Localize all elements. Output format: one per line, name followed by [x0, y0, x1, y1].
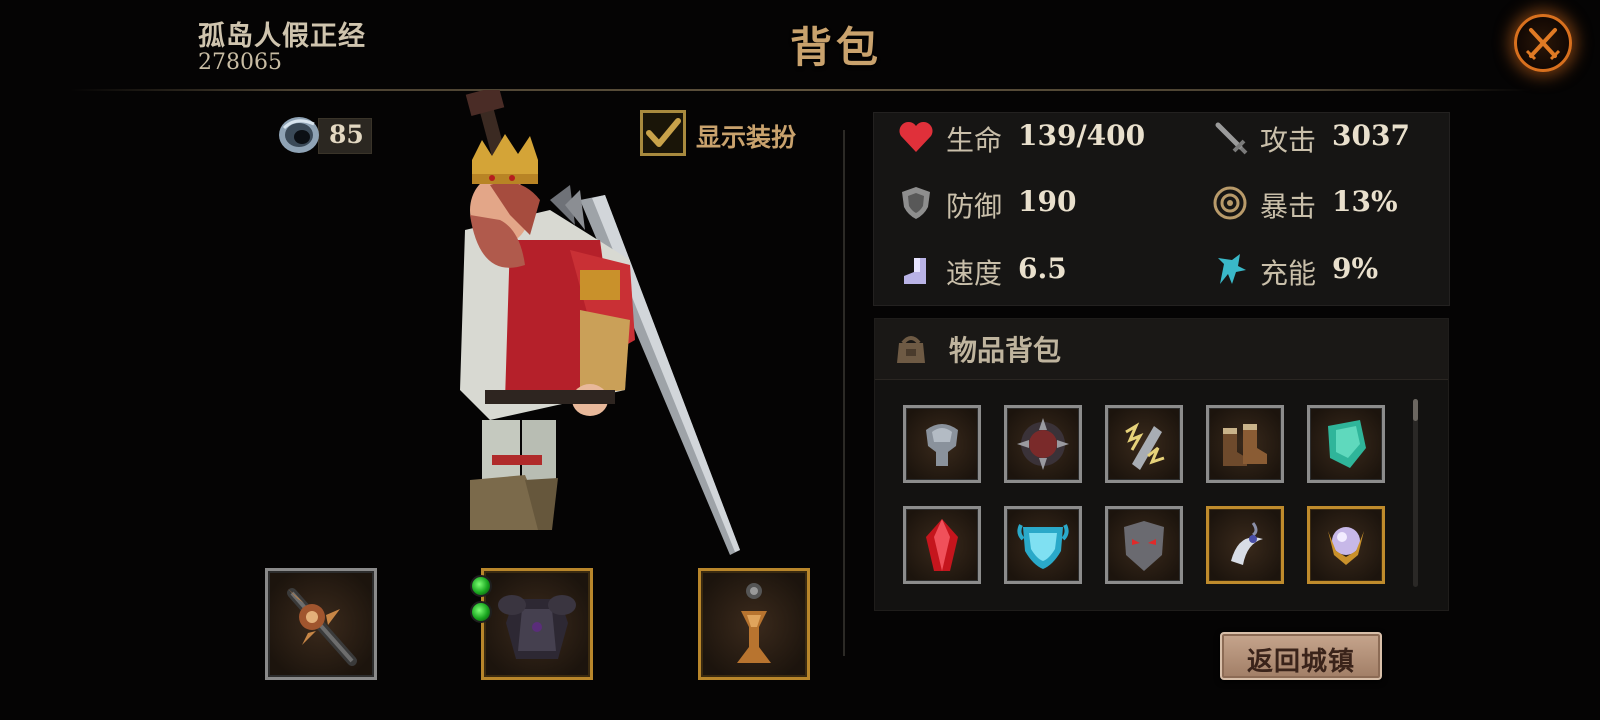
spiked-mace-icon	[287, 588, 357, 666]
inventory-slot-crystal-shield[interactable]	[1004, 506, 1082, 584]
stat-value: 139/400	[1018, 119, 1146, 152]
inventory-panel: 物品背包	[874, 318, 1449, 611]
stat-label: 攻击	[1260, 124, 1317, 157]
page-title: 背包	[789, 23, 882, 72]
currency-value: 85	[329, 120, 364, 149]
inventory-slot-boots[interactable]	[1206, 405, 1284, 483]
boot-icon	[904, 258, 926, 284]
jade-armor-shard-icon	[1328, 420, 1366, 468]
stat-value: 13%	[1332, 185, 1398, 218]
inventory-slot-gem[interactable]	[903, 506, 981, 584]
header-divider	[70, 89, 1530, 91]
steel-helmet-icon	[926, 424, 958, 466]
shield-icon	[902, 187, 930, 219]
return-button-label: 返回城镇	[1246, 647, 1355, 677]
socket-gem-icon	[470, 601, 492, 623]
inventory-slot-orb[interactable]	[1307, 506, 1385, 584]
stat-value: 6.5	[1018, 252, 1067, 285]
gem-ring-icon	[279, 117, 319, 153]
stat-label: 生命	[946, 124, 1003, 157]
inventory-slot-bracer[interactable]	[1105, 405, 1183, 483]
dark-armor-icon	[498, 595, 576, 659]
return-to-town-button[interactable]: 返回城镇	[1220, 632, 1382, 680]
stat-value: 3037	[1332, 119, 1410, 152]
lightning-bracer-icon	[1125, 422, 1165, 470]
sword-icon	[1215, 122, 1248, 155]
inventory-header: 物品背包	[875, 319, 1448, 380]
currency-display: 85	[276, 110, 372, 156]
character-model[interactable]	[430, 90, 790, 565]
heart-icon	[899, 121, 933, 152]
pendant-icon	[737, 583, 771, 663]
inventory-title: 物品背包	[949, 334, 1062, 367]
crossed-swords-icon	[1525, 28, 1561, 61]
stat-label: 充能	[1260, 257, 1317, 290]
inventory-slot-jade[interactable]	[1307, 405, 1385, 483]
moon-amulet-icon	[1231, 522, 1263, 565]
leather-boots-icon	[1223, 424, 1267, 466]
equip-slot-armor[interactable]	[470, 568, 593, 680]
close-button[interactable]	[1514, 14, 1572, 72]
stats-panel: 生命 139/400 攻击 3037 防御 190 暴击 13% 速度 6.5 …	[873, 112, 1450, 306]
inventory-scrollbar[interactable]	[1413, 399, 1418, 587]
panel-divider	[843, 130, 845, 656]
stat-label: 暴击	[1260, 190, 1317, 223]
crystal-shield-icon	[1017, 524, 1069, 569]
stat-label: 防御	[946, 190, 1003, 223]
demon-mask-icon	[1124, 521, 1164, 571]
red-crystal-icon	[926, 519, 958, 571]
stat-label: 速度	[946, 257, 1003, 290]
stat-value: 9%	[1332, 252, 1379, 285]
inventory-slot-amulet[interactable]	[1206, 506, 1284, 584]
inventory-slot-helmet[interactable]	[903, 405, 981, 483]
spiked-shield-icon	[1017, 418, 1069, 470]
energy-claw-icon	[1218, 254, 1246, 284]
inventory-slot-mask[interactable]	[1105, 506, 1183, 584]
orb-claw-icon	[1328, 527, 1364, 565]
bag-icon	[897, 336, 925, 363]
equip-slot-weapon[interactable]	[265, 568, 377, 680]
stat-value: 190	[1018, 185, 1077, 218]
socket-gem-icon	[470, 575, 492, 597]
scrollbar-thumb[interactable]	[1413, 399, 1418, 421]
crit-target-icon	[1213, 186, 1247, 220]
inventory-slot-shield[interactable]	[1004, 405, 1082, 483]
equip-slot-accessory[interactable]	[698, 568, 810, 680]
